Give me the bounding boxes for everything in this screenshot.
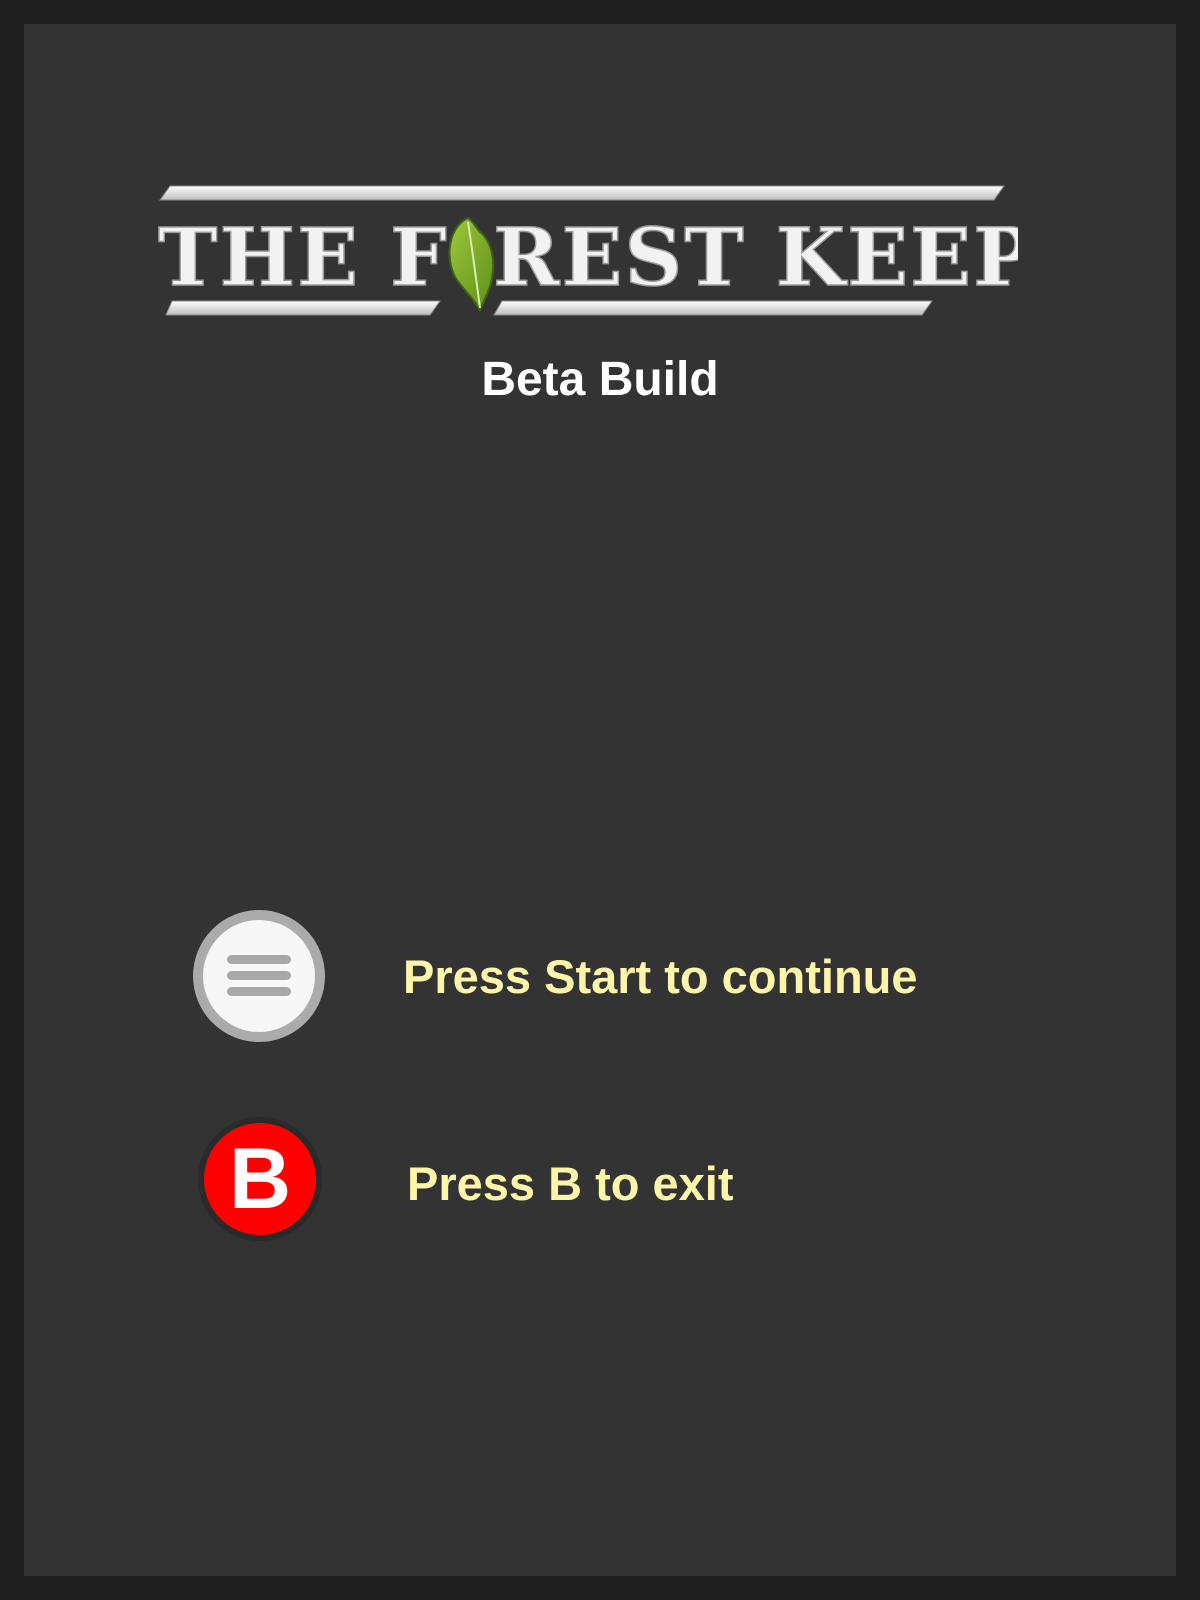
game-logo: THE F REST KEEPER xyxy=(157,185,1018,316)
start-prompt-row: Press Start to continue xyxy=(0,910,1200,1050)
exit-prompt-row: B Press B to exit xyxy=(0,1117,1200,1257)
continue-prompt: Press Start to continue xyxy=(403,950,918,1003)
logo-title-part1: THE F xyxy=(158,210,449,304)
beta-build-label: Beta Build xyxy=(481,353,719,406)
leaf-icon xyxy=(448,216,495,313)
logo-title-part2: REST KEEPER xyxy=(493,210,1018,304)
menu-icon xyxy=(193,910,325,1042)
logo-top-bar xyxy=(159,185,1005,201)
b-button-icon: B xyxy=(198,1117,322,1241)
exit-prompt: Press B to exit xyxy=(407,1157,734,1210)
